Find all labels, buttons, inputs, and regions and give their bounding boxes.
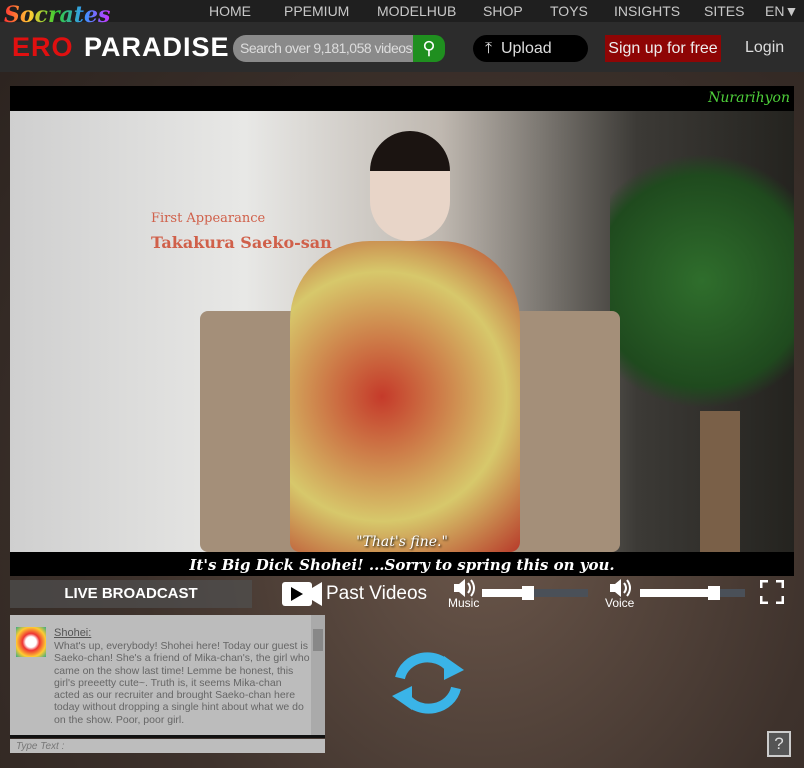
plant	[610, 131, 794, 431]
upload-icon: ⤒	[485, 40, 493, 57]
chat-message: What's up, everybody! Shohei here! Today…	[54, 640, 310, 726]
game-stage[interactable]: Nurarihyon First Appearance Takakura Sae…	[10, 86, 794, 576]
top-nav-bar: HOME PPEMIUM MODELHUB SHOP TOYS INSIGHTS…	[0, 0, 804, 22]
subtitle: It's Big Dick Shohei! ...Sorry to spring…	[189, 556, 615, 574]
chat-scrollbar[interactable]	[311, 615, 325, 735]
upload-label: Upload	[500, 40, 552, 57]
brand-logo-white[interactable]: PARADISE	[84, 32, 230, 63]
chat-input[interactable]	[10, 739, 325, 753]
scene-image: First Appearance Takakura Saeko-san	[10, 111, 794, 552]
past-videos-button[interactable]: Past Videos	[282, 582, 427, 606]
search-input[interactable]	[233, 35, 413, 62]
login-link[interactable]: Login	[745, 39, 784, 57]
voice-fill	[640, 589, 714, 597]
voice-label: Voice	[605, 596, 635, 610]
video-camera-icon	[282, 582, 322, 606]
music-slider[interactable]	[482, 586, 588, 600]
chat-speaker: Shohei:	[54, 627, 92, 639]
nav-shop[interactable]: SHOP	[483, 3, 523, 19]
socrates-logo: Socrates	[4, 2, 111, 28]
language-select[interactable]: EN▼	[765, 3, 798, 19]
refresh-icon[interactable]	[386, 648, 470, 718]
signup-button[interactable]: Sign up for free	[605, 35, 721, 62]
caption-label: First Appearance	[151, 211, 266, 226]
voice-knob[interactable]	[707, 586, 720, 600]
scrollbar-thumb[interactable]	[313, 629, 323, 651]
nav-modelhub[interactable]: MODELHUB	[377, 3, 456, 19]
brand-logo-red[interactable]: ERO	[12, 32, 74, 63]
music-knob[interactable]	[521, 586, 534, 600]
nav-premium[interactable]: PPEMIUM	[284, 3, 349, 19]
chat-log[interactable]: Shohei: What's up, everybody! Shohei her…	[10, 615, 325, 738]
nav-toys[interactable]: TOYS	[550, 3, 588, 19]
caption-name: Takakura Saeko-san	[151, 233, 332, 252]
watermark: Nurarihyon	[708, 90, 790, 106]
avatar	[16, 627, 46, 657]
past-videos-label: Past Videos	[326, 583, 428, 604]
nav-home[interactable]: HOME	[209, 3, 251, 19]
music-label: Music	[448, 596, 480, 610]
music-speaker-icon[interactable]	[452, 578, 478, 598]
character-head	[370, 131, 450, 241]
live-broadcast-button[interactable]: LIVE BROADCAST	[10, 580, 252, 608]
plant-trunk	[700, 411, 740, 552]
nav-insights[interactable]: INSIGHTS	[614, 3, 680, 19]
voice-slider[interactable]	[640, 586, 745, 600]
voice-speaker-icon[interactable]	[608, 578, 634, 598]
character-body	[290, 241, 520, 552]
search-icon: ⚲	[422, 38, 436, 58]
nav-sites[interactable]: SITES	[704, 3, 744, 19]
fullscreen-icon[interactable]	[760, 580, 784, 604]
spoken-line: "That's fine."	[356, 534, 448, 550]
search-button[interactable]: ⚲	[413, 35, 445, 62]
upload-button[interactable]: ⤒ Upload	[473, 35, 588, 62]
help-button[interactable]: ?	[767, 731, 791, 757]
